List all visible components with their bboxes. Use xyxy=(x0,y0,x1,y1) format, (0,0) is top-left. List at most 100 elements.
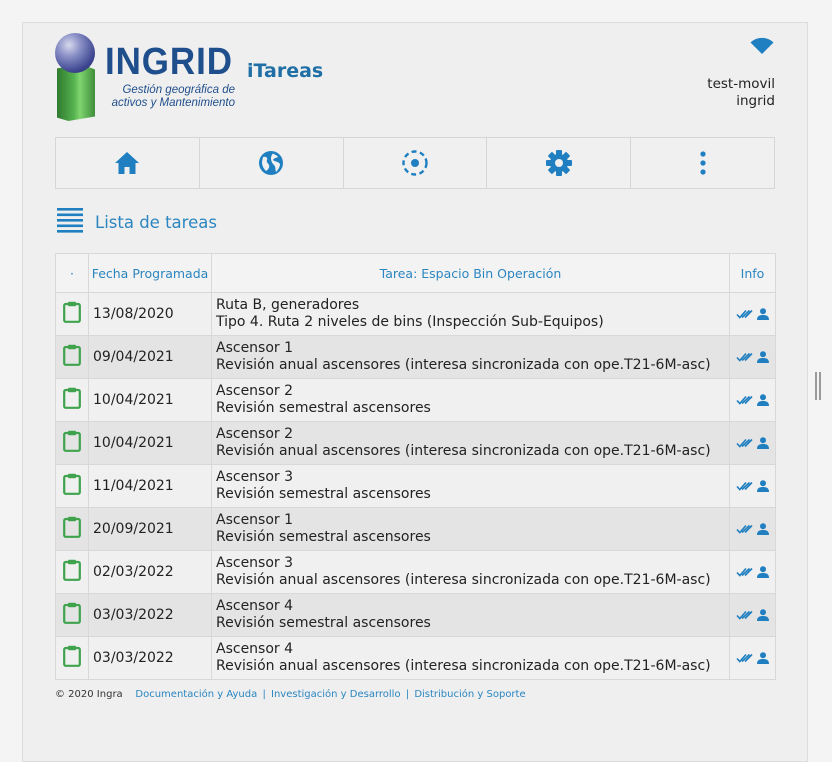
footer-link-research[interactable]: Investigación y Desarrollo xyxy=(271,689,401,700)
clipboard-icon[interactable] xyxy=(63,473,81,499)
clipboard-icon[interactable] xyxy=(63,602,81,628)
locate-button[interactable] xyxy=(344,138,488,188)
clipboard-icon[interactable] xyxy=(63,559,81,585)
task-description[interactable]: Ascensor 4 Revisión semestral ascensores xyxy=(211,593,730,637)
table-row[interactable]: 02/03/2022 Ascensor 3 Revisión anual ascen… xyxy=(55,550,776,594)
double-check-icon[interactable] xyxy=(736,478,753,494)
home-button[interactable] xyxy=(56,138,200,188)
task-date: 02/03/2022 xyxy=(88,550,212,594)
table-header-row: · Fecha Programada Tarea: Espacio Bin Op… xyxy=(55,253,776,293)
task-cell-icon[interactable] xyxy=(55,507,89,551)
double-check-icon[interactable] xyxy=(736,564,753,580)
double-check-icon[interactable] xyxy=(736,306,753,322)
location-target-icon xyxy=(401,149,429,177)
task-date: 10/04/2021 xyxy=(88,378,212,422)
logo-subtitle: Gestión geográfica de activos y Mantenim… xyxy=(105,84,235,110)
splitter-handle[interactable] xyxy=(815,372,821,400)
clipboard-icon[interactable] xyxy=(63,430,81,456)
logo-subtitle-line1: Gestión geográfica de xyxy=(122,84,235,96)
task-table: · Fecha Programada Tarea: Espacio Bin Op… xyxy=(55,253,776,680)
task-title: Ascensor 1 xyxy=(216,512,294,528)
clipboard-icon[interactable] xyxy=(63,344,81,370)
task-detail: Revisión semestral ascensores xyxy=(216,615,431,631)
footer-link-support[interactable]: Distribución y Soporte xyxy=(414,689,525,700)
person-icon[interactable] xyxy=(757,650,770,666)
list-icon xyxy=(57,207,83,237)
person-icon[interactable] xyxy=(757,607,770,623)
task-description[interactable]: Ruta B, generadores Tipo 4. Ruta 2 nivele… xyxy=(211,292,730,336)
footer-copyright: © 2020 Ingra xyxy=(55,689,123,700)
col-header-marker[interactable]: · xyxy=(55,253,89,293)
person-icon[interactable] xyxy=(757,392,770,408)
table-row[interactable]: 03/03/2022 Ascensor 4 Revisión semestral a… xyxy=(55,593,776,637)
footer-link-docs[interactable]: Documentación y Ayuda xyxy=(135,689,257,700)
task-cell-icon[interactable] xyxy=(55,335,89,379)
person-icon[interactable] xyxy=(757,521,770,537)
col-header-info[interactable]: Info xyxy=(729,253,776,293)
clipboard-icon[interactable] xyxy=(63,301,81,327)
table-row[interactable]: 11/04/2021 Ascensor 3 Revisión semestral a… xyxy=(55,464,776,508)
logo-prism-shape xyxy=(57,65,95,121)
task-info xyxy=(729,464,776,508)
clipboard-icon[interactable] xyxy=(63,516,81,542)
task-detail: Revisión anual ascensores (interesa sinc… xyxy=(216,357,711,373)
task-description[interactable]: Ascensor 1 Revisión anual ascensores (int… xyxy=(211,335,730,379)
task-cell-icon[interactable] xyxy=(55,421,89,465)
map-button[interactable] xyxy=(200,138,344,188)
task-detail: Revisión anual ascensores (interesa sinc… xyxy=(216,443,711,459)
app-panel: INGRID Gestión geográfica de activos y M… xyxy=(22,22,808,762)
task-date: 03/03/2022 xyxy=(88,636,212,680)
task-description[interactable]: Ascensor 4 Revisión anual ascensores (int… xyxy=(211,636,730,680)
clipboard-icon[interactable] xyxy=(63,387,81,413)
task-cell-icon[interactable] xyxy=(55,593,89,637)
task-detail: Tipo 4. Ruta 2 niveles de bins (Inspecci… xyxy=(216,314,604,330)
table-row[interactable]: 20/09/2021 Ascensor 1 Revisión semestral a… xyxy=(55,507,776,551)
footer: © 2020 Ingra Documentación y Ayuda | Inv… xyxy=(55,689,526,700)
task-cell-icon[interactable] xyxy=(55,636,89,680)
task-description[interactable]: Ascensor 2 Revisión anual ascensores (int… xyxy=(211,421,730,465)
person-icon[interactable] xyxy=(757,564,770,580)
task-description[interactable]: Ascensor 1 Revisión semestral ascensores xyxy=(211,507,730,551)
task-cell-icon[interactable] xyxy=(55,378,89,422)
double-check-icon[interactable] xyxy=(736,435,753,451)
table-row[interactable]: 13/08/2020 Ruta B, generadores Tipo 4. Rut… xyxy=(55,292,776,336)
double-check-icon[interactable] xyxy=(736,650,753,666)
table-row[interactable]: 10/04/2021 Ascensor 2 Revisión anual ascen… xyxy=(55,421,776,465)
task-date: 09/04/2021 xyxy=(88,335,212,379)
person-icon[interactable] xyxy=(757,349,770,365)
logo-sphere-shape xyxy=(55,33,95,73)
person-icon[interactable] xyxy=(757,478,770,494)
double-check-icon[interactable] xyxy=(736,392,753,408)
clipboard-icon[interactable] xyxy=(63,645,81,671)
task-description[interactable]: Ascensor 2 Revisión semestral ascensores xyxy=(211,378,730,422)
user-info: test-movil ingrid xyxy=(707,76,775,110)
task-title: Ascensor 4 xyxy=(216,641,294,657)
col-header-task[interactable]: Tarea: Espacio Bin Operación xyxy=(211,253,730,293)
task-info xyxy=(729,636,776,680)
person-icon[interactable] xyxy=(757,435,770,451)
task-detail: Revisión semestral ascensores xyxy=(216,486,431,502)
task-detail: Revisión semestral ascensores xyxy=(216,529,431,545)
table-row[interactable]: 09/04/2021 Ascensor 1 Revisión anual ascen… xyxy=(55,335,776,379)
task-info xyxy=(729,421,776,465)
task-cell-icon[interactable] xyxy=(55,550,89,594)
col-header-date[interactable]: Fecha Programada xyxy=(88,253,212,293)
person-icon[interactable] xyxy=(757,306,770,322)
table-row[interactable]: 03/03/2022 Ascensor 4 Revisión anual ascen… xyxy=(55,636,776,680)
task-cell-icon[interactable] xyxy=(55,292,89,336)
footer-separator: | xyxy=(262,689,266,700)
task-title: Ascensor 3 xyxy=(216,469,294,485)
task-description[interactable]: Ascensor 3 Revisión anual ascensores (int… xyxy=(211,550,730,594)
task-description[interactable]: Ascensor 3 Revisión semestral ascensores xyxy=(211,464,730,508)
task-cell-icon[interactable] xyxy=(55,464,89,508)
table-row[interactable]: 10/04/2021 Ascensor 2 Revisión semestral a… xyxy=(55,378,776,422)
double-check-icon[interactable] xyxy=(736,521,753,537)
task-detail: Revisión semestral ascensores xyxy=(216,400,431,416)
settings-button[interactable] xyxy=(487,138,632,188)
home-icon xyxy=(114,151,140,175)
more-options-button[interactable] xyxy=(631,138,774,188)
section-title: Lista de tareas xyxy=(95,212,217,232)
task-title: Ascensor 1 xyxy=(216,340,294,356)
double-check-icon[interactable] xyxy=(736,349,753,365)
double-check-icon[interactable] xyxy=(736,607,753,623)
